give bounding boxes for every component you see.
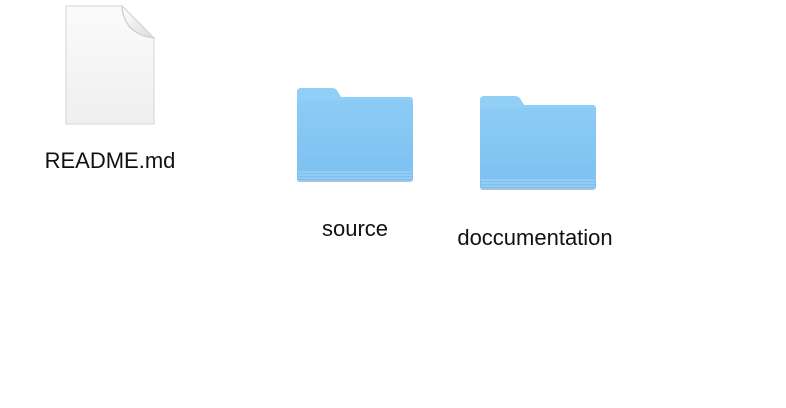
file-name-label: README.md: [44, 148, 176, 173]
folder-name-label: source: [321, 216, 389, 241]
desktop: README.md source doccumentation: [0, 0, 786, 408]
folder-icon: [294, 86, 416, 191]
folder-icon: [477, 94, 599, 199]
document-icon: [64, 4, 156, 131]
folder-name-label: doccumentation: [457, 225, 613, 250]
